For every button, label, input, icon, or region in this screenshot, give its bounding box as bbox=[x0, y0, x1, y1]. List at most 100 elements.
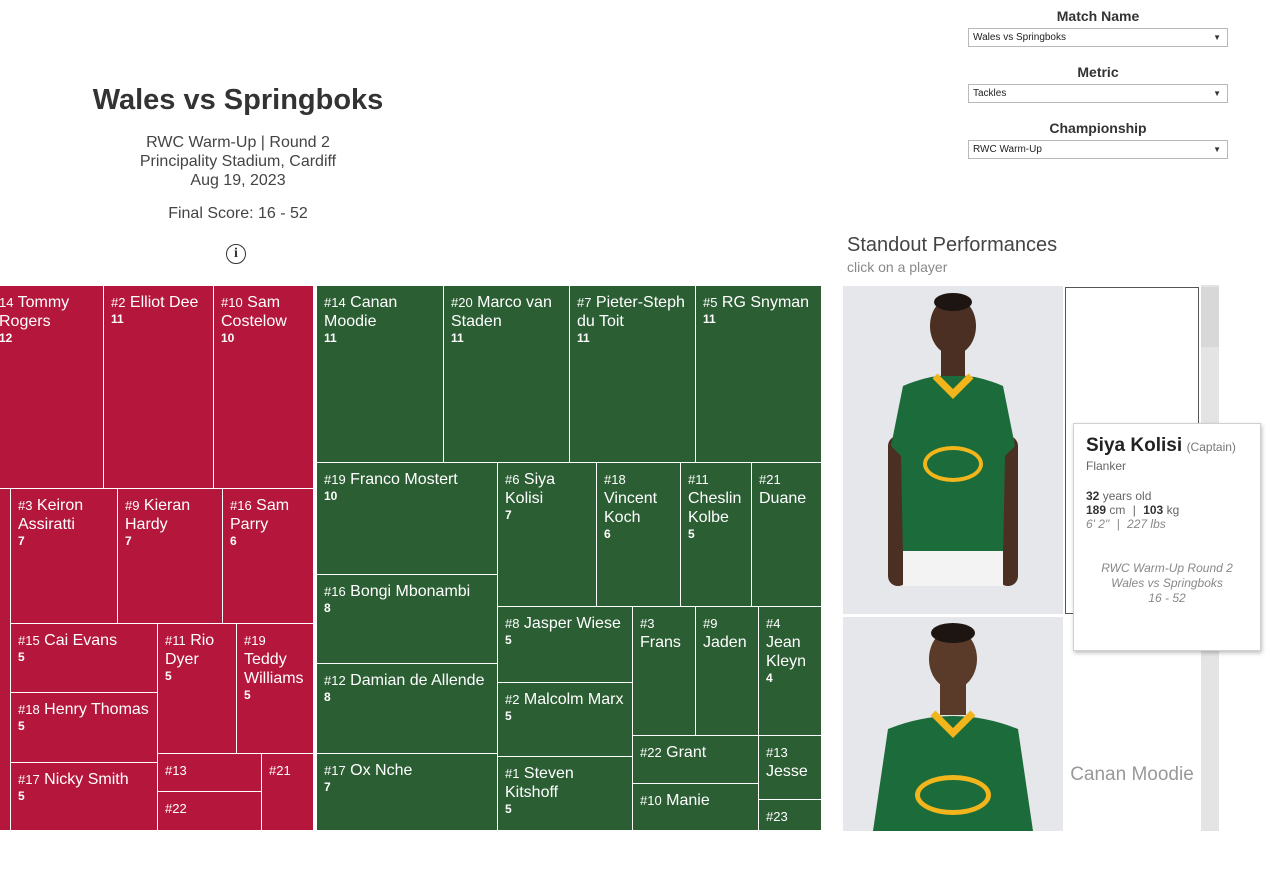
wales-player-tile[interactable]: #18 Henry Thomas 5 bbox=[11, 693, 158, 763]
wales-player-tile[interactable]: 14 Tommy Rogers 12 bbox=[0, 286, 104, 489]
match-name-select[interactable]: Wales vs Springboks ▼ bbox=[968, 28, 1228, 47]
player-label: #3 Keiron Assiratti bbox=[18, 496, 111, 534]
player-label: #11 Cheslin Kolbe bbox=[688, 470, 745, 527]
springboks-player-tile[interactable]: #20 Marco van Staden 11 bbox=[444, 286, 570, 463]
jersey-number: #3 bbox=[640, 616, 655, 631]
tooltip-age: 32 bbox=[1086, 489, 1100, 503]
springboks-player-tile[interactable]: #22 Grant bbox=[633, 736, 759, 784]
springboks-player-tile[interactable]: #8 Jasper Wiese 5 bbox=[498, 607, 633, 683]
player-name: Duane bbox=[759, 490, 807, 507]
springboks-player-tile[interactable]: #6 Siya Kolisi 7 bbox=[498, 463, 597, 607]
player-label: #23 bbox=[766, 807, 815, 826]
metric-select[interactable]: Tackles ▼ bbox=[968, 84, 1228, 103]
wales-player-tile[interactable]: #19 Teddy Williams 5 bbox=[237, 624, 314, 754]
springboks-player-tile[interactable]: #14 Canan Moodie 11 bbox=[317, 286, 444, 463]
tackle-count: 7 bbox=[505, 508, 512, 522]
jersey-number: #8 bbox=[505, 616, 520, 631]
springboks-player-tile[interactable]: #5 RG Snyman 11 bbox=[696, 286, 822, 463]
wales-player-tile[interactable]: #21 bbox=[262, 754, 314, 831]
wales-player-tile[interactable]: #11 Rio Dyer 5 bbox=[158, 624, 237, 754]
jersey-number: #7 bbox=[577, 295, 592, 310]
springboks-player-tile[interactable]: #19 Franco Mostert 10 bbox=[317, 463, 498, 575]
tackle-count: 8 bbox=[324, 601, 331, 615]
springboks-player-tile[interactable]: #13 Jesse bbox=[759, 736, 822, 800]
tackle-count: 11 bbox=[703, 312, 716, 326]
tooltip-height-imperial: 6' 2" bbox=[1086, 517, 1110, 531]
wales-player-tile[interactable] bbox=[0, 489, 11, 831]
springboks-player-tile[interactable]: #12 Damian de Allende 8 bbox=[317, 664, 498, 754]
scrollbar-thumb[interactable] bbox=[1201, 287, 1219, 347]
player-label: #11 Rio Dyer bbox=[165, 631, 230, 669]
player-label: #16 Sam Parry bbox=[230, 496, 307, 534]
jersey-number: #12 bbox=[324, 673, 346, 688]
player-photo-siya-kolisi[interactable] bbox=[843, 286, 1063, 614]
tackle-count: 5 bbox=[505, 633, 512, 647]
player-name: Teddy Williams bbox=[244, 651, 304, 687]
springboks-player-tile[interactable]: #23 bbox=[759, 800, 822, 831]
player-photo-canan-moodie[interactable] bbox=[843, 617, 1063, 831]
player-label: #22 bbox=[165, 799, 255, 818]
championship-select[interactable]: RWC Warm-Up ▼ bbox=[968, 140, 1228, 159]
jersey-number: #17 bbox=[324, 763, 346, 778]
final-score: Final Score: 16 - 52 bbox=[168, 205, 308, 222]
tooltip-player-role: (Captain) bbox=[1186, 440, 1236, 454]
wales-player-tile[interactable]: #9 Kieran Hardy 7 bbox=[118, 489, 223, 624]
player-label: #7 Pieter-Steph du Toit bbox=[577, 293, 689, 331]
tackle-count: 5 bbox=[688, 527, 695, 541]
wales-player-tile[interactable]: #15 Cai Evans 5 bbox=[11, 624, 158, 693]
wales-player-tile[interactable]: #22 bbox=[158, 792, 262, 831]
tackle-count: 6 bbox=[230, 534, 237, 548]
springboks-player-tile[interactable]: #9 Jaden bbox=[696, 607, 759, 736]
tackle-count: 8 bbox=[324, 690, 331, 704]
tackle-count: 5 bbox=[244, 688, 251, 702]
tooltip-imperial-line: 6' 2" | 227 lbs bbox=[1086, 517, 1248, 531]
springboks-player-tile[interactable]: #1 Steven Kitshoff 5 bbox=[498, 757, 633, 831]
wales-player-tile[interactable]: #17 Nicky Smith 5 bbox=[11, 763, 158, 831]
tackle-count: 5 bbox=[18, 719, 25, 733]
springboks-player-tile[interactable]: #10 Manie bbox=[633, 784, 759, 831]
tackle-count: 12 bbox=[0, 331, 13, 345]
player-label: #21 bbox=[269, 761, 307, 780]
player-name: Vincent Koch bbox=[604, 490, 658, 526]
wales-player-tile[interactable]: #13 bbox=[158, 754, 262, 792]
match-venue: Principality Stadium, Cardiff bbox=[139, 153, 337, 170]
tackle-count: 10 bbox=[221, 331, 235, 345]
jersey-number: #20 bbox=[451, 295, 473, 310]
springboks-player-tile[interactable]: #16 Bongi Mbonambi 8 bbox=[317, 575, 498, 664]
wales-player-tile[interactable]: #3 Keiron Assiratti 7 bbox=[11, 489, 118, 624]
jersey-number: #18 bbox=[18, 702, 40, 717]
chevron-down-icon: ▼ bbox=[1213, 145, 1221, 154]
springboks-player-tile[interactable]: #17 Ox Nche 7 bbox=[317, 754, 498, 831]
player-name: Jesse bbox=[766, 763, 808, 780]
springboks-player-tile[interactable]: #7 Pieter-Steph du Toit 11 bbox=[570, 286, 696, 463]
jersey-number: #19 bbox=[244, 633, 266, 648]
tackle-count: 5 bbox=[18, 789, 25, 803]
jersey-number: #15 bbox=[18, 633, 40, 648]
info-icon[interactable]: i bbox=[226, 244, 246, 264]
player-label: #6 Siya Kolisi bbox=[505, 470, 590, 508]
tackle-count: 5 bbox=[505, 802, 512, 816]
tooltip-position: Flanker bbox=[1086, 459, 1127, 473]
wales-player-tile[interactable]: #10 Sam Costelow 10 bbox=[214, 286, 314, 489]
wales-player-tile[interactable]: #2 Elliot Dee 11 bbox=[104, 286, 214, 489]
springboks-player-tile[interactable]: #18 Vincent Koch 6 bbox=[597, 463, 681, 607]
springboks-player-tile[interactable]: #21 Duane bbox=[752, 463, 822, 607]
second-player-name[interactable]: Canan Moodie bbox=[1065, 764, 1199, 786]
player-label: #5 RG Snyman bbox=[703, 293, 815, 312]
player-label: #1 Steven Kitshoff bbox=[505, 764, 626, 802]
wales-player-tile[interactable]: #16 Sam Parry 6 bbox=[223, 489, 314, 624]
springboks-player-tile[interactable]: #3 Frans bbox=[633, 607, 696, 736]
tooltip-separator: | bbox=[1116, 517, 1120, 531]
player-label: #15 Cai Evans bbox=[18, 631, 151, 650]
jersey-number: #19 bbox=[324, 472, 346, 487]
match-name-value: Wales vs Springboks bbox=[973, 32, 1066, 43]
springboks-player-tile[interactable]: #2 Malcolm Marx 5 bbox=[498, 683, 633, 757]
springboks-player-tile[interactable]: #4 Jean Kleyn 4 bbox=[759, 607, 822, 736]
tackle-count: 10 bbox=[324, 489, 338, 503]
jersey-number: #10 bbox=[221, 295, 243, 310]
player-name: Nicky Smith bbox=[44, 771, 129, 788]
player-name: Manie bbox=[666, 792, 710, 809]
player-label: #18 Vincent Koch bbox=[604, 470, 674, 527]
player-name: Bongi Mbonambi bbox=[350, 583, 471, 600]
springboks-player-tile[interactable]: #11 Cheslin Kolbe 5 bbox=[681, 463, 752, 607]
